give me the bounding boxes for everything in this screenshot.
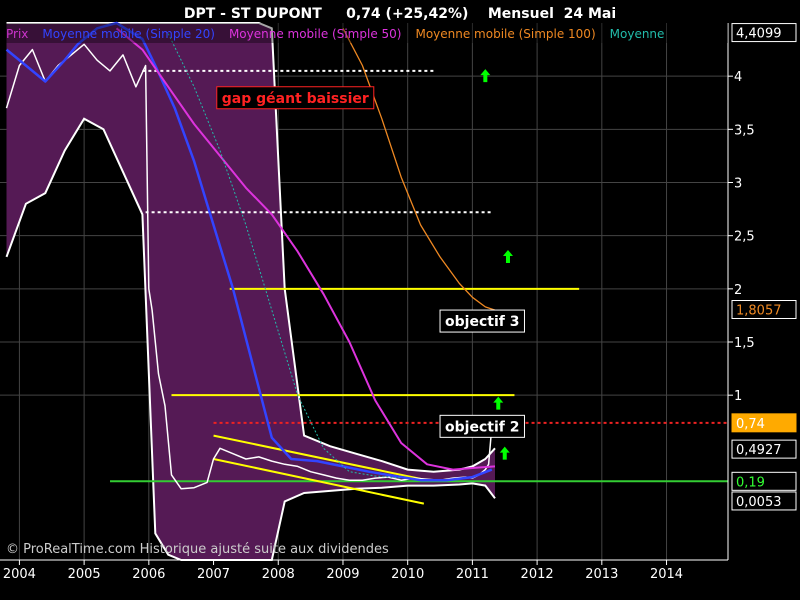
x-tick-label: 2011 <box>456 567 489 582</box>
x-tick-label: 2013 <box>585 567 618 582</box>
price-marker: 0,74 <box>731 413 797 433</box>
legend-entry: Moyenne mobile (Simple 20) <box>42 27 215 41</box>
x-tick-label: 2014 <box>650 567 683 582</box>
x-tick-label: 2012 <box>521 567 554 582</box>
price-marker: 0,0053 <box>731 491 797 511</box>
x-tick-label: 2004 <box>3 567 36 582</box>
y-tick-label: 2 <box>734 283 742 298</box>
price-marker: 1,8057 <box>731 300 797 320</box>
price-marker: 0,19 <box>731 471 797 491</box>
price-marker: 4,4099 <box>731 23 797 43</box>
legend-entry: Moyenne <box>610 27 665 41</box>
annotation-box: gap géant baissier <box>216 86 375 110</box>
annotation-label: objectif 2 <box>445 419 519 435</box>
copyright-footer: © ProRealTime.com Historique ajusté suit… <box>6 542 389 557</box>
legend: Prix Moyenne mobile (Simple 20) Moyenne mo… <box>0 23 728 43</box>
x-tick-label: 2007 <box>197 567 230 582</box>
x-tick-label: 2010 <box>391 567 424 582</box>
stock-chart: DPT - ST DUPONT 0,74 (+25,42%) Mensuel 2… <box>0 0 800 600</box>
price-marker-label: 4,4099 <box>736 27 782 42</box>
annotation-label: gap géant baissier <box>222 91 369 107</box>
legend-entry: Moyenne mobile (Simple 50) <box>229 27 402 41</box>
y-tick-label: 1 <box>734 389 742 404</box>
x-tick-label: 2005 <box>68 567 101 582</box>
annotation-box: objectif 3 <box>439 309 525 333</box>
annotation-box: objectif 2 <box>439 414 525 438</box>
price-marker-label: 0,74 <box>736 417 765 432</box>
chart-title: DPT - ST DUPONT 0,74 (+25,42%) Mensuel 2… <box>184 6 616 22</box>
y-tick-label: 1,5 <box>734 336 755 351</box>
x-tick-label: 2008 <box>262 567 295 582</box>
price-marker-label: 1,8057 <box>736 304 782 319</box>
price-marker-label: 0,4927 <box>736 443 782 458</box>
y-tick-label: 3 <box>734 177 742 192</box>
y-tick-label: 4 <box>734 70 742 85</box>
x-tick-label: 2009 <box>326 567 359 582</box>
y-tick-label: 3,5 <box>734 123 755 138</box>
x-tick-label: 2006 <box>132 567 165 582</box>
legend-entry: Moyenne mobile (Simple 100) <box>415 27 595 41</box>
y-tick-label: 2,5 <box>734 230 755 245</box>
price-marker-label: 0,19 <box>736 475 765 490</box>
price-marker-label: 0,0053 <box>736 495 782 510</box>
legend-entry: Prix <box>6 27 28 41</box>
price-marker: 0,4927 <box>731 439 797 459</box>
annotation-label: objectif 3 <box>445 314 519 330</box>
